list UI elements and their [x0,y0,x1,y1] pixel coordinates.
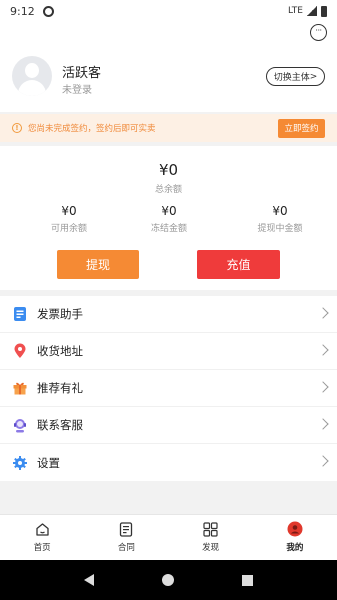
menu-item-settings[interactable]: 设置 [0,444,337,481]
contract-icon [118,521,134,537]
battery-icon [321,5,327,17]
recents-icon[interactable] [242,574,253,586]
balance-card: ¥0 总余额 ¥0 可用余额 ¥0 冻结金额 ¥0 提现中金额 提现 充值 [0,146,337,290]
chevron-right-icon [317,344,329,356]
invoice-icon [12,306,28,322]
menu-item-label: 推荐有礼 [37,381,83,395]
tab-label: 我的 [286,543,304,553]
network-type: LTE [288,6,303,16]
location-pin-icon [12,343,28,359]
home-button-icon[interactable] [162,574,174,586]
chevron-right-icon [317,381,329,393]
menu-item-shipping-address[interactable]: 收货地址 [0,333,337,370]
frozen-amount[interactable]: ¥0 冻结金额 [113,204,225,234]
system-nav-bar [0,560,337,600]
avatar[interactable] [12,56,52,96]
chevron-right-icon [317,307,329,319]
frozen-amount-value: ¥0 [161,204,177,218]
withdrawing-amount-label: 提现中金额 [257,224,303,234]
total-balance-label: 总余额 [154,185,182,195]
tab-label: 发现 [202,543,220,553]
customer-service-icon [12,417,28,433]
withdrawing-amount[interactable]: ¥0 提现中金额 [224,204,336,234]
login-status[interactable]: 未登录 [62,81,92,96]
tab-home[interactable]: 首页 [0,515,84,560]
switch-entity-label: 切换主体 [273,73,310,83]
username: 活跃客 [62,66,102,81]
message-icon[interactable]: ··· [310,24,327,41]
menu-item-label: 发票助手 [37,307,83,321]
tab-profile[interactable]: 我的 [253,515,337,560]
available-balance-label: 可用余额 [50,224,87,234]
chevron-right-icon [317,455,329,467]
status-time: 9:12 [10,4,35,18]
total-balance-value: ¥0 [158,161,179,179]
warning-icon: ! [12,123,22,133]
gift-icon [12,380,28,396]
menu-item-label: 设置 [37,455,60,470]
menu-list: 发票助手 收货地址 推荐有礼 联系客服 设置 [0,296,337,481]
withdrawing-amount-value: ¥0 [272,204,288,218]
back-icon[interactable] [84,574,94,586]
chevron-right-icon: > [309,71,318,82]
home-icon [34,521,50,537]
menu-item-customer-service[interactable]: 联系客服 [0,407,337,444]
status-bar: 9:12 LTE [0,0,337,22]
notice-message: 您尚未完成签约，签约后即可实卖 [28,124,156,134]
sync-icon [42,5,54,17]
tab-label: 首页 [33,543,51,553]
menu-item-referral-reward[interactable]: 推荐有礼 [0,370,337,407]
switch-entity-button[interactable]: 切换主体 > [266,67,325,86]
contract-notice-banner: ! 您尚未完成签约，签约后即可实卖 立即签约 [0,114,337,142]
tab-discover[interactable]: 发现 [169,515,253,560]
profile-icon [287,521,303,537]
menu-item-label: 联系客服 [37,418,83,432]
available-balance[interactable]: ¥0 可用余额 [13,204,125,234]
tab-label: 合同 [117,543,135,553]
available-balance-value: ¥0 [61,204,77,218]
menu-item-invoice-assistant[interactable]: 发票助手 [0,296,337,333]
recharge-button[interactable]: 充值 [197,250,280,279]
menu-item-label: 收货地址 [37,344,83,358]
signal-icon [307,6,317,16]
frozen-amount-label: 冻结金额 [150,224,187,234]
chevron-right-icon [317,418,329,430]
withdraw-button[interactable]: 提现 [57,250,139,279]
bottom-tab-bar: 首页 合同 发现 我的 [0,514,337,560]
sign-now-button[interactable]: 立即签约 [278,118,325,138]
profile-header: ··· 活跃客 未登录 切换主体 > [0,22,337,112]
discover-grid-icon [203,521,219,537]
tab-contract[interactable]: 合同 [84,515,168,560]
gear-icon [12,455,28,471]
